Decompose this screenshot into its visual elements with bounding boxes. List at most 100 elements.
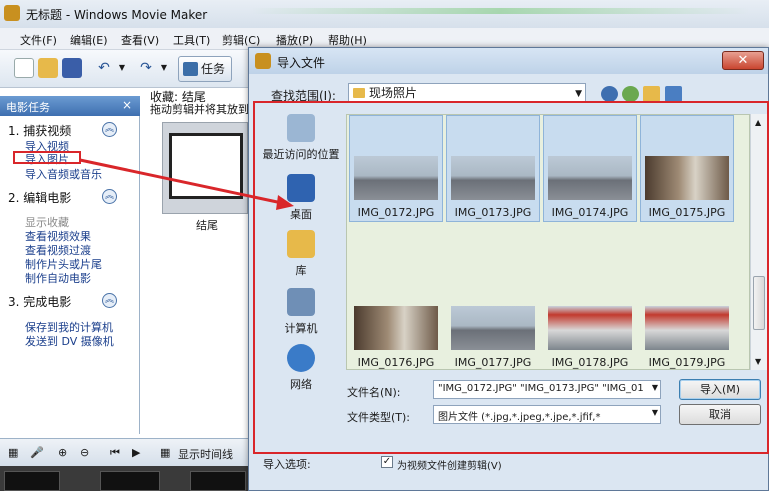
- highlight-box: [13, 151, 81, 164]
- file-thumbnail[interactable]: IMG_0175.JPG: [640, 115, 734, 222]
- storyboard-icon[interactable]: ▦: [8, 446, 18, 459]
- show-timeline-button[interactable]: 显示时间线: [178, 446, 233, 462]
- place-network[interactable]: 网络: [257, 344, 345, 392]
- photo-preview: [645, 306, 729, 350]
- scrollbar-thumb[interactable]: [753, 276, 765, 330]
- zoom-in-icon[interactable]: ⊕: [58, 446, 67, 459]
- back-icon[interactable]: [601, 86, 618, 102]
- file-thumbnail[interactable]: IMG_0177.JPG: [446, 265, 540, 372]
- collection-hint: 拖动剪辑并将其放到: [150, 103, 249, 116]
- section-finish[interactable]: 3. 完成电影 ︽: [8, 293, 117, 310]
- title-decoration: [250, 8, 750, 14]
- up-folder-icon[interactable]: [622, 86, 639, 102]
- filename-label: 文件名(N):: [347, 386, 401, 399]
- file-thumbnail[interactable]: IMG_0174.JPG: [543, 115, 637, 222]
- section-title: 1. 捕获视频: [8, 124, 72, 138]
- photo-preview: [451, 156, 535, 200]
- desktop-icon: [287, 174, 315, 202]
- open-project-icon[interactable]: [38, 58, 58, 78]
- place-label: 库: [295, 264, 307, 277]
- section-title: 3. 完成电影: [8, 295, 72, 309]
- file-list-scrollbar[interactable]: ▲ ▼: [750, 114, 767, 370]
- file-thumbnail[interactable]: IMG_0172.JPG: [349, 115, 443, 222]
- save-project-icon[interactable]: [62, 58, 82, 78]
- menu-tools[interactable]: 工具(T): [173, 32, 210, 48]
- cancel-button[interactable]: 取消: [679, 404, 761, 425]
- new-project-icon[interactable]: [14, 58, 34, 78]
- storyboard-cell[interactable]: [100, 471, 160, 491]
- storyboard-toolbar: ▦ 🎤 ⊕ ⊖ ⏮ ▶ ▦ 显示时间线: [0, 438, 250, 466]
- place-label: 最近访问的位置: [262, 148, 340, 161]
- rewind-icon[interactable]: ⏮: [110, 446, 120, 460]
- link-import-audio[interactable]: 导入音频或音乐: [25, 166, 102, 182]
- libraries-icon: [287, 230, 315, 258]
- redo-dropdown-icon[interactable]: ▼: [154, 58, 174, 78]
- clip-thumbnail[interactable]: [162, 122, 248, 214]
- undo-icon[interactable]: ↶: [94, 58, 114, 78]
- look-in-dropdown[interactable]: 现场照片 ▼: [348, 83, 586, 103]
- file-name: IMG_0176.JPG: [357, 356, 435, 369]
- link-automovie[interactable]: 制作自动电影: [25, 270, 91, 286]
- photo-preview: [354, 306, 438, 350]
- link-send-to-dv[interactable]: 发送到 DV 摄像机: [25, 333, 114, 349]
- file-list: IMG_0172.JPG IMG_0173.JPG IMG_0174.JPG IMG_…: [346, 114, 750, 370]
- photo-preview: [451, 306, 535, 350]
- app-icon: [4, 5, 20, 21]
- place-label: 网络: [290, 378, 312, 391]
- scroll-up-icon[interactable]: ▲: [755, 118, 761, 127]
- collapse-icon[interactable]: ︽: [102, 293, 117, 308]
- section-edit[interactable]: 2. 编辑电影 ︽: [8, 189, 117, 206]
- file-thumbnail[interactable]: IMG_0173.JPG: [446, 115, 540, 222]
- chevron-down-icon[interactable]: ▼: [652, 383, 658, 392]
- storyboard-cell[interactable]: [4, 471, 60, 491]
- menu-view[interactable]: 查看(V): [121, 32, 159, 48]
- create-clips-checkbox[interactable]: ✓: [381, 456, 393, 468]
- place-computer[interactable]: 计算机: [257, 288, 345, 336]
- collapse-icon[interactable]: ︽: [102, 122, 117, 137]
- microphone-icon[interactable]: 🎤: [30, 446, 44, 459]
- menu-edit[interactable]: 编辑(E): [70, 32, 108, 48]
- redo-icon[interactable]: ↷: [136, 58, 156, 78]
- filename-input[interactable]: "IMG_0172.JPG" "IMG_0173.JPG" "IMG_01 ▼: [433, 380, 661, 399]
- collapse-icon[interactable]: ︽: [102, 189, 117, 204]
- zoom-out-icon[interactable]: ⊖: [80, 446, 89, 459]
- undo-dropdown-icon[interactable]: ▼: [112, 58, 132, 78]
- view-menu-icon[interactable]: [665, 86, 682, 102]
- section-capture[interactable]: 1. 捕获视频 ︽: [8, 122, 117, 139]
- clip-frame: [169, 133, 243, 199]
- section-title: 2. 编辑电影: [8, 191, 72, 205]
- tasks-button[interactable]: 任务: [178, 56, 232, 82]
- scroll-down-icon[interactable]: ▼: [755, 357, 761, 366]
- tasks-label: 任务: [201, 62, 226, 76]
- dialog-close-button[interactable]: ✕: [722, 51, 764, 70]
- filetype-select[interactable]: 图片文件 (*.jpg,*.jpeg,*.jpe,*.jfif,* ▼: [433, 405, 661, 424]
- place-libraries[interactable]: 库: [257, 230, 345, 278]
- menu-help[interactable]: 帮助(H): [328, 32, 367, 48]
- menu-clip[interactable]: 剪辑(C): [222, 32, 260, 48]
- import-options-label: 导入选项:: [263, 458, 311, 471]
- new-folder-icon[interactable]: [643, 86, 660, 102]
- chevron-down-icon[interactable]: ▼: [652, 408, 658, 417]
- storyboard-cell[interactable]: [190, 471, 246, 491]
- import-button[interactable]: 导入(M): [679, 379, 761, 400]
- file-name: IMG_0172.JPG: [357, 206, 435, 219]
- menu-play[interactable]: 播放(P): [276, 32, 313, 48]
- place-desktop[interactable]: 桌面: [257, 174, 345, 222]
- file-thumbnail[interactable]: IMG_0176.JPG: [349, 265, 443, 372]
- file-thumbnail[interactable]: IMG_0179.JPG: [640, 265, 734, 372]
- file-name: IMG_0174.JPG: [551, 206, 629, 219]
- dialog-title-bar: 导入文件 ✕: [249, 48, 768, 74]
- close-icon[interactable]: ×: [122, 98, 132, 112]
- file-thumbnail[interactable]: IMG_0178.JPG: [543, 265, 637, 372]
- file-name: IMG_0178.JPG: [551, 356, 629, 369]
- place-recent[interactable]: 最近访问的位置: [257, 114, 345, 162]
- timeline-icon[interactable]: ▦: [160, 446, 170, 459]
- clip-caption: 结尾: [196, 219, 218, 232]
- file-name: IMG_0175.JPG: [648, 206, 726, 219]
- filetype-value: 图片文件 (*.jpg,*.jpeg,*.jpe,*.jfif,*: [438, 412, 601, 423]
- menu-file[interactable]: 文件(F): [20, 32, 57, 48]
- play-icon[interactable]: ▶: [132, 446, 140, 459]
- dialog-title: 导入文件: [277, 56, 326, 70]
- tasks-panel-header: 电影任务 ×: [0, 96, 140, 116]
- storyboard-strip: [0, 466, 250, 491]
